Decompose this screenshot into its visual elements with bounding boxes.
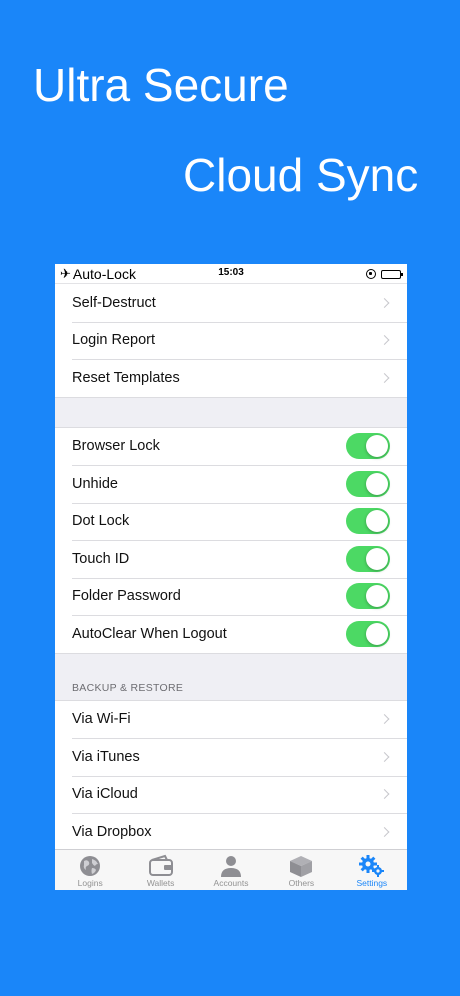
row-unhide: Unhide [55,465,407,503]
settings-group-security: Self-Destruct Login Report Reset Templat… [55,284,407,398]
row-label: Browser Lock [72,438,160,455]
orientation-lock-icon [366,269,376,279]
chevron-right-icon [379,335,390,346]
tab-label: Accounts [213,878,249,888]
row-autoclear-when-logout: AutoClear When Logout [55,615,407,653]
unhide-toggle[interactable] [346,470,390,497]
row-touch-id: Touch ID [55,540,407,578]
browser-lock-toggle[interactable] [346,433,390,460]
chevron-right-icon [379,297,390,308]
row-dot-lock: Dot Lock [55,502,407,541]
dot-lock-toggle[interactable] [346,508,390,535]
row-self-destruct[interactable]: Self-Destruct [55,284,407,322]
row-via-dropbox[interactable]: Via Dropbox [55,813,407,851]
row-label: AutoClear When Logout [72,625,227,642]
row-label: Touch ID [72,550,130,567]
phone-screen: ✈ Auto-Lock 15:03 Self-Destruct Login Re… [55,264,407,890]
row-label: Reset Templates [72,369,180,386]
row-reset-templates[interactable]: Reset Templates [55,359,407,397]
settings-group-toggles: Browser Lock Unhide Dot Lock Touch ID Fo… [55,427,407,653]
row-folder-password: Folder Password [55,577,407,616]
tab-logins[interactable]: Logins [55,850,125,890]
row-label: Via Dropbox [72,823,152,840]
status-right [366,269,403,279]
promo-headline-cloud-sync: Cloud Sync [183,149,419,201]
row-label: Folder Password [72,588,181,605]
chevron-right-icon [379,714,390,725]
chevron-right-icon [379,372,390,383]
tab-bar: Logins Wallets Accounts Others Settings [55,849,407,890]
tab-label: Others [288,878,315,888]
chevron-right-icon [379,751,390,762]
row-via-itunes[interactable]: Via iTunes [55,738,407,776]
tab-label: Settings [356,878,388,888]
touch-id-toggle[interactable] [346,545,390,572]
wallet-icon [147,853,175,878]
battery-icon [381,269,403,279]
row-label: Via iTunes [72,748,140,765]
promo-headline-ultra-secure: Ultra Secure [33,59,289,111]
box-icon [288,853,314,878]
tab-label: Logins [77,878,103,888]
chevron-right-icon [379,826,390,837]
globe-icon [78,853,102,878]
chevron-right-icon [379,789,390,800]
tab-wallets[interactable]: Wallets [125,850,195,890]
row-label: Via iCloud [72,786,138,803]
status-bar: ✈ Auto-Lock 15:03 [55,264,407,284]
row-login-report[interactable]: Login Report [55,321,407,360]
row-label: Via Wi-Fi [72,711,131,728]
status-time: 15:03 [218,267,244,278]
tab-settings[interactable]: Settings [337,850,407,890]
tab-accounts[interactable]: Accounts [196,850,266,890]
person-icon [219,853,243,878]
row-via-icloud[interactable]: Via iCloud [55,775,407,814]
row-browser-lock: Browser Lock [55,428,407,466]
section-header-backup: BACKUP & RESTORE [55,652,407,701]
autoclear-toggle[interactable] [346,620,390,647]
row-label: Self-Destruct [72,294,156,311]
folder-password-toggle[interactable] [346,583,390,610]
gears-icon [358,853,386,878]
section-spacer [55,398,407,428]
row-label: Login Report [72,332,156,349]
row-label: Dot Lock [72,513,130,530]
tab-others[interactable]: Others [266,850,336,890]
tab-label: Wallets [146,878,175,888]
row-via-wifi[interactable]: Via Wi-Fi [55,701,407,739]
row-label: Unhide [72,475,118,492]
settings-group-backup: Via Wi-Fi Via iTunes Via iCloud Via Drop… [55,700,407,851]
